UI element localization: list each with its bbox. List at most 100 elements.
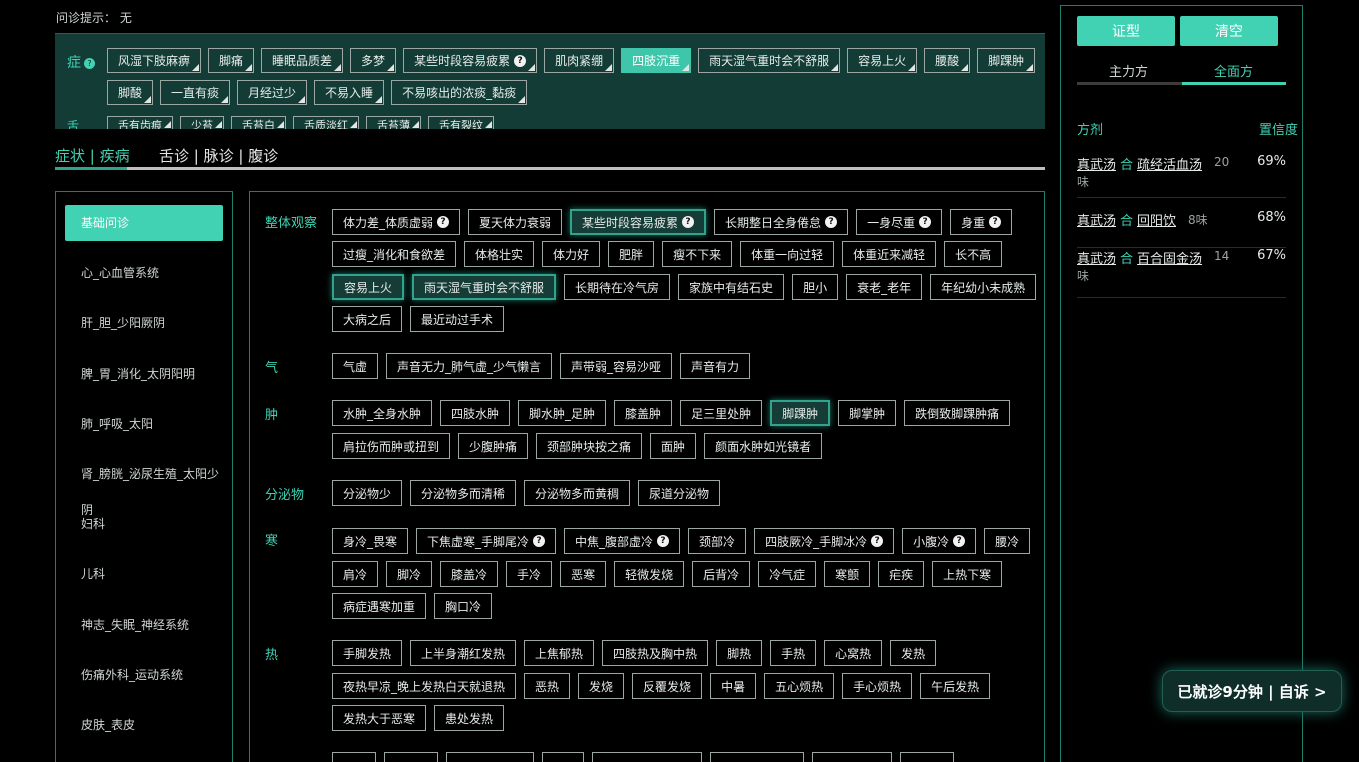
syndrome-button[interactable]: 证型: [1077, 16, 1175, 46]
symptom-button[interactable]: 长期整日全身倦怠?: [714, 209, 849, 235]
selected-symptom-chip[interactable]: 脚踝肿: [977, 48, 1036, 73]
category-item[interactable]: 神志_失眠_神经系统: [65, 607, 223, 643]
category-item[interactable]: 脾_胃_消化_太阴阳明: [65, 356, 223, 392]
symptom-button[interactable]: 膝盖肿: [614, 400, 673, 426]
symptom-button[interactable]: 恶热: [524, 673, 571, 699]
symptom-button[interactable]: [592, 752, 702, 762]
category-item[interactable]: 基础问诊: [65, 205, 223, 241]
help-icon[interactable]: ?: [657, 535, 670, 547]
symptom-button[interactable]: 分泌物多而清稀: [410, 480, 517, 506]
symptom-button[interactable]: 胆小: [792, 274, 839, 300]
symptom-button[interactable]: 胸口冷: [434, 593, 493, 619]
symptom-button[interactable]: 上焦郁热: [524, 640, 595, 666]
symptom-button[interactable]: 中暑: [710, 673, 757, 699]
help-icon[interactable]: ?: [533, 535, 546, 547]
selected-symptom-chip[interactable]: 舌质淡红: [293, 116, 359, 129]
symptom-button[interactable]: 脚热: [716, 640, 763, 666]
selected-symptom-chip[interactable]: 少苔: [180, 116, 224, 129]
symptom-button[interactable]: 跌倒致脚踝肿痛: [904, 400, 1011, 426]
symptom-button[interactable]: 声音有力: [680, 353, 751, 379]
symptom-button[interactable]: 膝盖冷: [440, 561, 499, 587]
symptom-button[interactable]: 夏天体力衰弱: [468, 209, 563, 235]
category-item[interactable]: 儿科: [65, 556, 223, 592]
category-item[interactable]: 皮肤_表皮: [65, 707, 223, 743]
selected-symptom-chip[interactable]: 舌有裂纹: [428, 116, 494, 129]
symptom-button[interactable]: 四肢水肿: [440, 400, 511, 426]
symptom-button[interactable]: 五心烦热: [764, 673, 835, 699]
symptom-button[interactable]: [384, 752, 438, 762]
symptom-button[interactable]: 年纪幼小未成熟: [930, 274, 1037, 300]
symptom-button[interactable]: 脚冷: [386, 561, 433, 587]
selected-symptom-chip[interactable]: 雨天湿气重时会不舒服: [698, 48, 841, 73]
symptom-button[interactable]: 颈部肿块按之痛: [536, 433, 643, 459]
selected-symptom-chip[interactable]: 脚酸: [107, 80, 154, 105]
selected-symptom-chip[interactable]: 脚痛: [208, 48, 255, 73]
clear-button[interactable]: 清空: [1180, 16, 1278, 46]
symptom-button[interactable]: 最近动过手术: [410, 306, 505, 332]
symptom-button[interactable]: [332, 752, 376, 762]
symptom-button[interactable]: 午后发热: [920, 673, 991, 699]
formula-name-a[interactable]: 真武汤: [1077, 252, 1116, 267]
symptom-button[interactable]: 下焦虚寒_手脚尾冷?: [416, 528, 557, 554]
symptom-button[interactable]: 大病之后: [332, 306, 403, 332]
formula-row[interactable]: 真武汤合疏经活血汤 20 69% 味: [1077, 154, 1286, 198]
symptom-button[interactable]: 脚踝肿: [770, 400, 831, 426]
symptom-button[interactable]: 面肿: [650, 433, 697, 459]
symptom-button[interactable]: 身冷_畏寒: [332, 528, 409, 554]
symptom-button[interactable]: 心窝热: [824, 640, 883, 666]
symptom-button[interactable]: 家族中有结石史: [678, 274, 785, 300]
selected-symptom-chip[interactable]: 肌肉紧绷: [544, 48, 615, 73]
selected-symptom-chip[interactable]: 四肢沉重: [621, 48, 692, 73]
symptom-button[interactable]: 颜面水肿如光镜者: [704, 433, 823, 459]
symptom-button[interactable]: 手冷: [506, 561, 553, 587]
category-item[interactable]: 妇科: [65, 506, 223, 542]
symptom-button[interactable]: 寒颤: [824, 561, 871, 587]
symptom-button[interactable]: 上半身潮红发热: [410, 640, 517, 666]
symptom-button[interactable]: 小腹冷?: [902, 528, 977, 554]
symptom-button[interactable]: 少腹肿痛: [458, 433, 529, 459]
info-icon[interactable]: ?: [84, 57, 95, 69]
symptom-button[interactable]: [446, 752, 534, 762]
symptom-button[interactable]: 分泌物少: [332, 480, 403, 506]
symptom-button[interactable]: 脚水肿_足肿: [518, 400, 607, 426]
category-item[interactable]: 肾_膀胱_泌尿生殖_太阳少阴: [65, 456, 223, 517]
symptom-button[interactable]: 容易上火: [332, 274, 405, 300]
tab-main-formula[interactable]: 主力方: [1109, 61, 1148, 80]
symptom-button[interactable]: 某些时段容易疲累?: [570, 209, 707, 235]
formula-name-a[interactable]: 真武汤: [1077, 158, 1116, 173]
symptom-button[interactable]: 身重?: [950, 209, 1013, 235]
symptom-button[interactable]: 足三里处肿: [680, 400, 763, 426]
selected-symptom-chip[interactable]: 不易入睡: [314, 80, 385, 105]
symptom-button[interactable]: 衰老_老年: [846, 274, 923, 300]
selected-symptom-chip[interactable]: 舌有齿痕: [107, 116, 173, 129]
help-icon[interactable]: ?: [989, 216, 1002, 228]
symptom-button[interactable]: 体重近来减轻: [842, 241, 937, 267]
category-item[interactable]: 肝_胆_少阳厥阴: [65, 305, 223, 341]
category-item[interactable]: 伤痛外科_运动系统: [65, 657, 223, 693]
symptom-button[interactable]: 瘦不下来: [662, 241, 733, 267]
symptom-button[interactable]: 冷气症: [758, 561, 817, 587]
selected-symptom-chip[interactable]: 腰酸: [924, 48, 971, 73]
symptom-button[interactable]: 发热大于恶寒: [332, 705, 427, 731]
symptom-button[interactable]: 疟疾: [878, 561, 925, 587]
symptom-button[interactable]: 患处发热: [434, 705, 505, 731]
symptom-button[interactable]: [900, 752, 954, 762]
symptom-button[interactable]: 夜热早凉_晚上发热白天就退热: [332, 673, 517, 699]
symptom-button[interactable]: 脚掌肿: [838, 400, 897, 426]
selected-symptom-chip[interactable]: 一直有痰: [160, 80, 231, 105]
symptom-button[interactable]: [710, 752, 804, 762]
symptom-button[interactable]: 四肢热及胸中热: [602, 640, 709, 666]
visit-timer-banner[interactable]: 已就诊9分钟 | 自诉 >: [1162, 670, 1342, 712]
formula-row[interactable]: 真武汤合回阳饮 8味 68%: [1077, 210, 1286, 248]
symptom-button[interactable]: 水肿_全身水肿: [332, 400, 433, 426]
formula-name-b[interactable]: 百合固金汤: [1137, 252, 1202, 267]
symptom-button[interactable]: 肩拉伤而肿或扭到: [332, 433, 451, 459]
help-icon[interactable]: ?: [871, 535, 884, 547]
selected-symptom-chip[interactable]: 风湿下肢麻痹: [107, 48, 202, 73]
symptom-button[interactable]: 肩冷: [332, 561, 379, 587]
symptom-button[interactable]: 上热下寒: [932, 561, 1003, 587]
symptom-button[interactable]: 腰冷: [984, 528, 1031, 554]
symptom-button[interactable]: 分泌物多而黄稠: [524, 480, 631, 506]
help-icon[interactable]: ?: [682, 216, 695, 228]
formula-name-a[interactable]: 真武汤: [1077, 214, 1116, 229]
